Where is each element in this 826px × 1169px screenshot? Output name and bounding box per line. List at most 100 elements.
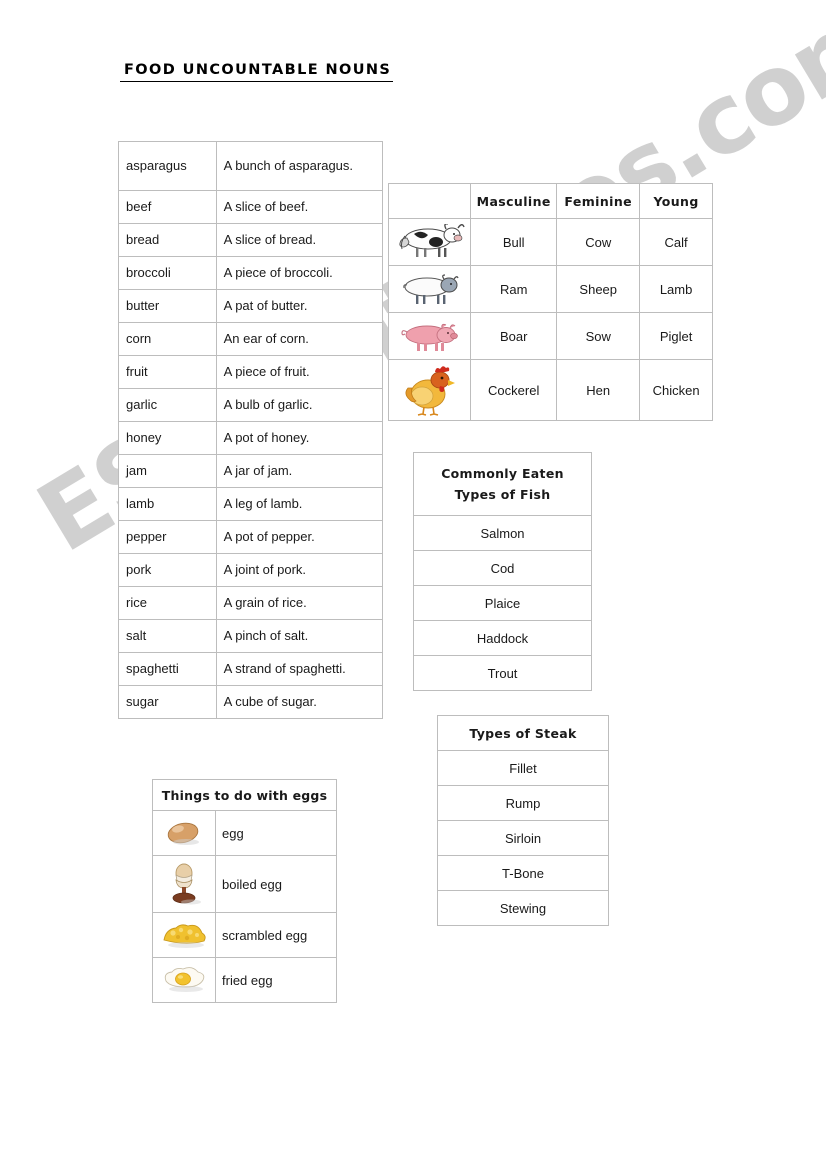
noun-word: pepper xyxy=(118,520,217,554)
noun-phrase: A slice of beef. xyxy=(215,190,384,224)
animal-feminine: Hen xyxy=(556,359,641,421)
animal-young: Piglet xyxy=(639,312,713,360)
animal-column-header-feminine: Feminine xyxy=(556,183,641,219)
table-row: boiled egg xyxy=(152,855,337,913)
table-row: lamb A leg of lamb. xyxy=(118,487,384,521)
table-header-row: Things to do with eggs xyxy=(152,779,337,811)
animal-young: Chicken xyxy=(639,359,713,421)
fish-heading-line1: Commonly Eaten xyxy=(441,465,564,481)
pig-icon-cell xyxy=(387,312,472,360)
table-row: spaghetti A strand of spaghetti. xyxy=(118,652,384,686)
table-row: Cockerel Hen Chicken xyxy=(387,359,713,421)
noun-phrase: A grain of rice. xyxy=(215,586,384,620)
fried-egg-icon xyxy=(154,965,214,995)
noun-phrase: A joint of pork. xyxy=(215,553,384,587)
table-row: asparagus A bunch of asparagus. xyxy=(118,141,384,191)
scrambled-egg-icon xyxy=(154,920,214,950)
noun-phrase: A piece of broccoli. xyxy=(215,256,384,290)
table-row: Boar Sow Piglet xyxy=(387,312,713,360)
noun-phrase: A cube of sugar. xyxy=(215,685,384,719)
animal-young: Lamb xyxy=(639,265,713,313)
pig-icon xyxy=(390,319,469,353)
noun-word: salt xyxy=(118,619,217,653)
noun-word: honey xyxy=(118,421,217,455)
fish-item: Haddock xyxy=(413,620,592,656)
animal-column-header-blank xyxy=(387,183,472,219)
table-row: jam A jar of jam. xyxy=(118,454,384,488)
steak-item: Fillet xyxy=(437,750,609,786)
table-row: rice A grain of rice. xyxy=(118,586,384,620)
table-row: Haddock xyxy=(413,620,592,656)
fish-item: Plaice xyxy=(413,585,592,621)
noun-word: corn xyxy=(118,322,217,356)
animal-masculine: Bull xyxy=(470,218,558,266)
table-row: egg xyxy=(152,810,337,856)
animal-column-header-young: Young xyxy=(639,183,713,219)
fish-item: Cod xyxy=(413,550,592,586)
noun-phrase: A leg of lamb. xyxy=(215,487,384,521)
noun-phrase: A jar of jam. xyxy=(215,454,384,488)
steak-table-heading: Types of Steak xyxy=(437,715,609,751)
steak-types-table: Types of Steak Fillet Rump Sirloin T-Bon… xyxy=(437,715,609,926)
sheep-icon-cell xyxy=(387,265,472,313)
fried-egg-icon-cell xyxy=(152,957,216,1003)
noun-word: lamb xyxy=(118,487,217,521)
animal-genders-table: Masculine Feminine Young Bull Cow Calf R… xyxy=(387,183,713,421)
fish-types-table: Commonly Eaten Types of Fish Salmon Cod … xyxy=(413,452,592,691)
table-row: bread A slice of bread. xyxy=(118,223,384,257)
table-row: butter A pat of butter. xyxy=(118,289,384,323)
animal-masculine: Ram xyxy=(470,265,558,313)
table-row: Salmon xyxy=(413,515,592,551)
uncountable-nouns-table: asparagus A bunch of asparagus. beef A s… xyxy=(118,141,384,719)
noun-phrase: A strand of spaghetti. xyxy=(215,652,384,686)
steak-item: Rump xyxy=(437,785,609,821)
table-row: garlic A bulb of garlic. xyxy=(118,388,384,422)
egg-label: boiled egg xyxy=(215,855,337,913)
table-row: sugar A cube of sugar. xyxy=(118,685,384,719)
noun-word: pork xyxy=(118,553,217,587)
table-row: Ram Sheep Lamb xyxy=(387,265,713,313)
table-row: Stewing xyxy=(437,890,609,926)
noun-phrase: A piece of fruit. xyxy=(215,355,384,389)
sheep-icon xyxy=(390,272,469,306)
boiled-egg-icon xyxy=(154,861,214,907)
noun-phrase: A slice of bread. xyxy=(215,223,384,257)
table-row: beef A slice of beef. xyxy=(118,190,384,224)
table-header-row: Types of Steak xyxy=(437,715,609,751)
chicken-icon-cell xyxy=(387,359,472,421)
whole-egg-icon-cell xyxy=(152,810,216,856)
noun-word: jam xyxy=(118,454,217,488)
table-row: fried egg xyxy=(152,957,337,1003)
noun-word: sugar xyxy=(118,685,217,719)
animal-masculine: Cockerel xyxy=(470,359,558,421)
eggs-table-heading: Things to do with eggs xyxy=(152,779,337,811)
cow-icon xyxy=(390,224,469,260)
steak-item: Stewing xyxy=(437,890,609,926)
table-row: honey A pot of honey. xyxy=(118,421,384,455)
table-row: salt A pinch of salt. xyxy=(118,619,384,653)
table-row: Cod xyxy=(413,550,592,586)
table-row: broccoli A piece of broccoli. xyxy=(118,256,384,290)
animal-young: Calf xyxy=(639,218,713,266)
cow-icon-cell xyxy=(387,218,472,266)
animal-masculine: Boar xyxy=(470,312,558,360)
noun-word: fruit xyxy=(118,355,217,389)
whole-egg-icon xyxy=(154,818,214,848)
table-header-row: Masculine Feminine Young xyxy=(387,183,713,219)
eggs-table: Things to do with eggs egg boiled egg sc… xyxy=(152,779,337,1003)
noun-word: rice xyxy=(118,586,217,620)
noun-word: butter xyxy=(118,289,217,323)
fish-table-heading: Commonly Eaten Types of Fish xyxy=(413,452,592,516)
noun-phrase: A pot of honey. xyxy=(215,421,384,455)
table-row: corn An ear of corn. xyxy=(118,322,384,356)
table-row: scrambled egg xyxy=(152,912,337,958)
boiled-egg-icon-cell xyxy=(152,855,216,913)
worksheet-page: ESLprintables.com FOOD UNCOUNTABLE NOUNS… xyxy=(0,0,826,1169)
noun-word: beef xyxy=(118,190,217,224)
noun-word: spaghetti xyxy=(118,652,217,686)
animal-feminine: Cow xyxy=(556,218,641,266)
animal-column-header-masculine: Masculine xyxy=(470,183,558,219)
noun-phrase: A bunch of asparagus. xyxy=(215,141,384,191)
scrambled-egg-icon-cell xyxy=(152,912,216,958)
table-row: Plaice xyxy=(413,585,592,621)
